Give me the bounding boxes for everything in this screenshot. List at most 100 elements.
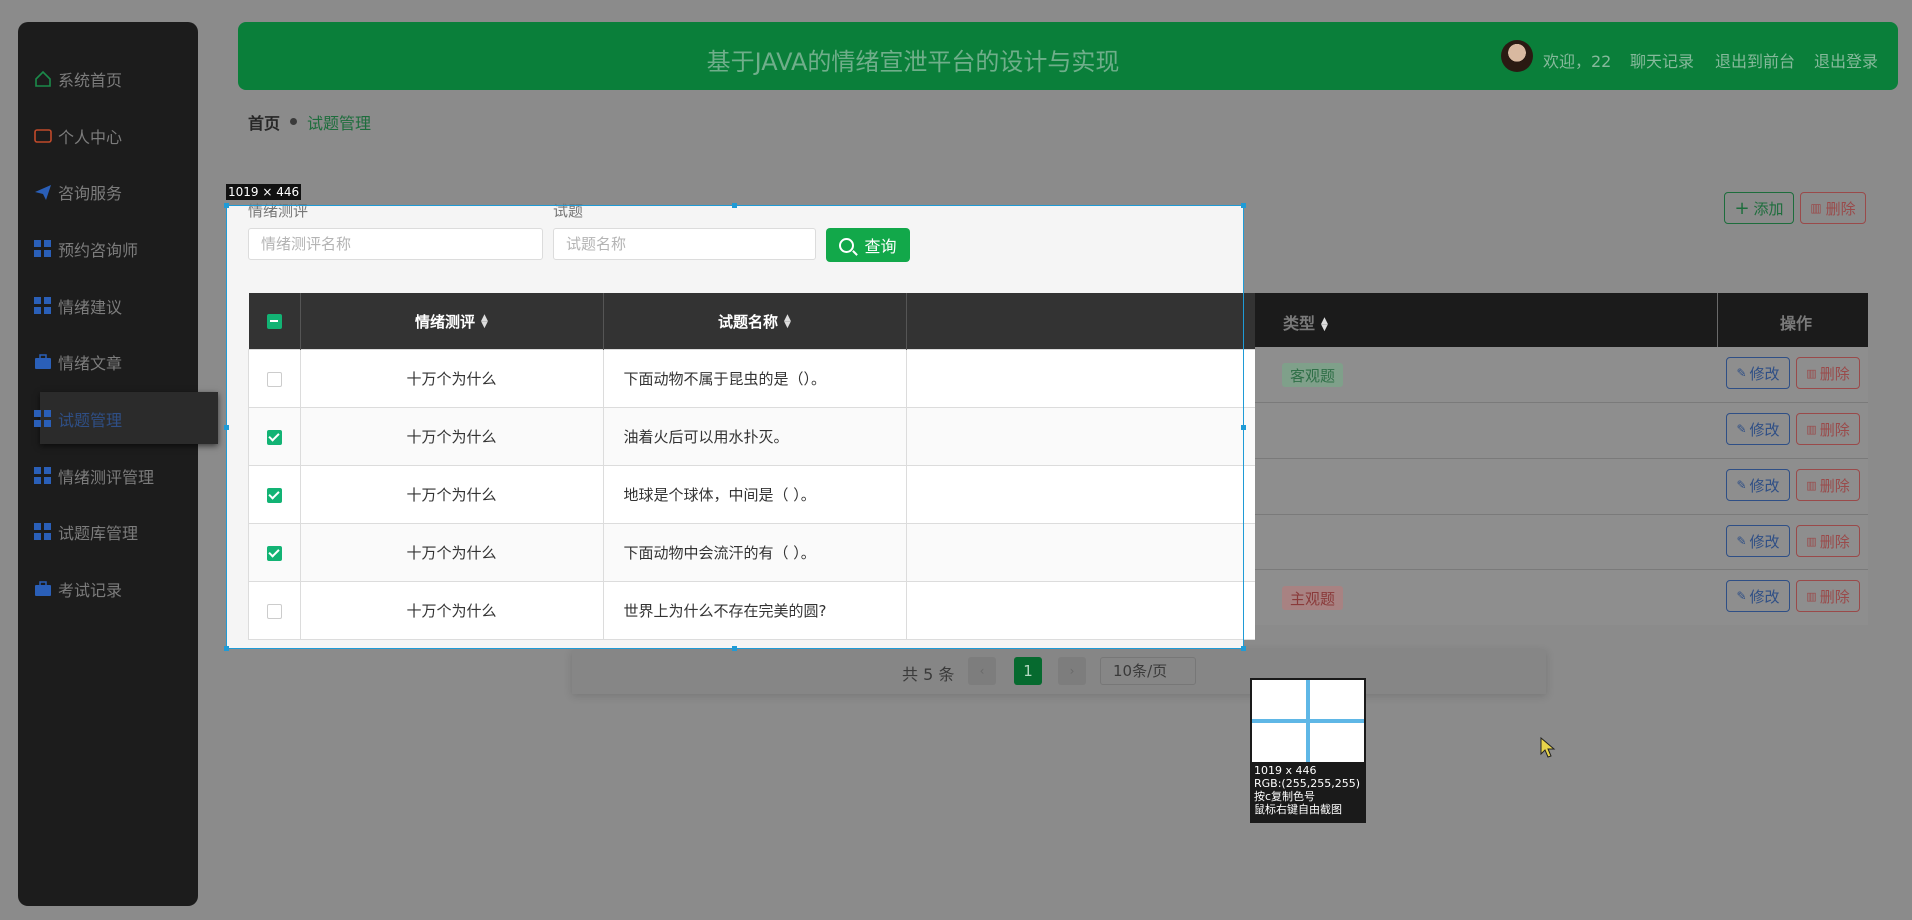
page-size-value: 10条/页 (1113, 662, 1168, 680)
top-header: 基于JAVA的情绪宣泄平台的设计与实现 欢迎，22 聊天记录 退出到前台 退出登… (238, 22, 1898, 90)
row-divider (1244, 569, 1868, 570)
trash-icon: ▥ (1806, 534, 1817, 548)
capture-size-label: 1019 × 446 (226, 184, 302, 200)
row-delete-button[interactable]: ▥ 删除 (1796, 469, 1860, 501)
briefcase-icon (34, 353, 52, 371)
trash-icon: ▥ (1806, 366, 1817, 380)
chevron-left-icon: ‹ (979, 664, 985, 678)
sidebar-item-question-bank[interactable]: 试题库管理 (34, 517, 138, 547)
delete-button-label: 删除 (1819, 532, 1850, 551)
row-divider (1244, 458, 1868, 459)
next-page-button[interactable]: › (1058, 657, 1086, 685)
capture-selection-border[interactable] (226, 205, 1244, 649)
plus-icon: + (1734, 197, 1750, 219)
sidebar-item-label: 个人中心 (58, 128, 123, 147)
add-button-label: 添加 (1753, 199, 1784, 218)
breadcrumb-home[interactable]: 首页 (248, 110, 280, 134)
resize-handle[interactable] (732, 646, 737, 651)
resize-handle[interactable] (224, 646, 229, 651)
chat-records-link[interactable]: 聊天记录 (1630, 48, 1694, 72)
logout-link[interactable]: 退出登录 (1814, 48, 1878, 72)
add-button[interactable]: + 添加 (1724, 192, 1794, 224)
chevron-right-icon: › (1069, 664, 1075, 678)
action-column-header: 操作 (1780, 314, 1813, 333)
edit-icon: ✎ (1736, 366, 1747, 380)
crosshair-horizontal (1252, 719, 1364, 723)
edit-icon: ✎ (1736, 589, 1747, 603)
sort-icon: ▲ ▼ (1321, 315, 1328, 333)
trash-icon: ▥ (1806, 478, 1817, 492)
type-column-header[interactable]: 类型 ▲ ▼ (1283, 310, 1328, 334)
type-tag-objective: 客观题 (1282, 363, 1344, 387)
avatar[interactable] (1501, 40, 1533, 72)
sidebar-item-questions[interactable]: 试题管理 (34, 404, 122, 434)
edit-button[interactable]: ✎ 修改 (1726, 413, 1790, 445)
grid-icon (34, 410, 52, 428)
magnifier-size: 1019 x 446 (1254, 764, 1317, 777)
briefcase-icon (34, 580, 52, 598)
edit-button[interactable]: ✎ 修改 (1726, 469, 1790, 501)
sidebar-item-exam-records[interactable]: 考试记录 (34, 574, 122, 604)
resize-handle[interactable] (224, 203, 229, 208)
breadcrumb-separator (290, 118, 297, 125)
welcome-text: 欢迎，22 (1543, 52, 1612, 71)
resize-handle[interactable] (1241, 203, 1246, 208)
row-divider (1244, 402, 1868, 403)
delete-button-label: 删除 (1819, 587, 1850, 606)
edit-button[interactable]: ✎ 修改 (1726, 525, 1790, 557)
edit-button[interactable]: ✎ 修改 (1726, 357, 1790, 389)
capture-magnifier: 1019 x 446 RGB:(255,255,255) 按c复制色号 鼠标右键… (1250, 678, 1366, 823)
resize-handle[interactable] (1241, 646, 1246, 651)
sidebar-item-consult[interactable]: 咨询服务 (34, 177, 122, 207)
delete-button-label: 删除 (1819, 364, 1850, 383)
home-icon (34, 70, 52, 88)
resize-handle[interactable] (224, 425, 229, 430)
delete-button-label: 删除 (1825, 199, 1856, 218)
trash-icon: ▥ (1806, 589, 1817, 603)
type-header-label: 类型 (1283, 314, 1316, 333)
grid-icon (34, 240, 52, 258)
pagination-total: 共 5 条 (902, 665, 955, 684)
sidebar-item-profile[interactable]: 个人中心 (34, 121, 122, 151)
sidebar-item-articles[interactable]: 情绪文章 (34, 347, 122, 377)
sidebar-item-advice[interactable]: 情绪建议 (34, 291, 122, 321)
delete-button-label: 删除 (1819, 420, 1850, 439)
row-delete-button[interactable]: ▥ 删除 (1796, 413, 1860, 445)
edit-icon: ✎ (1736, 534, 1747, 548)
grid-icon (34, 523, 52, 541)
back-to-front-link[interactable]: 退出到前台 (1715, 48, 1795, 72)
trash-icon: ▥ (1806, 422, 1817, 436)
trash-icon: ▥ (1810, 201, 1822, 215)
edit-button-label: 修改 (1749, 532, 1780, 551)
edit-button-label: 修改 (1749, 476, 1780, 495)
edit-button-label: 修改 (1749, 587, 1780, 606)
resize-handle[interactable] (732, 203, 737, 208)
sidebar-item-label: 试题库管理 (58, 524, 139, 543)
grid-icon (34, 467, 52, 485)
breadcrumb-current: 试题管理 (307, 114, 372, 133)
edit-button-label: 修改 (1749, 364, 1780, 383)
magnifier-view (1252, 680, 1364, 762)
paper-plane-icon (34, 183, 52, 201)
site-title: 基于JAVA的情绪宣泄平台的设计与实现 (706, 48, 1120, 76)
row-delete-button[interactable]: ▥ 删除 (1796, 525, 1860, 557)
sidebar-item-label: 系统首页 (58, 71, 123, 90)
resize-handle[interactable] (1241, 425, 1246, 430)
magnifier-hint-free: 鼠标右键自由截图 (1254, 803, 1342, 816)
page-size-select[interactable]: 10条/页 (1100, 657, 1196, 685)
edit-icon: ✎ (1736, 478, 1747, 492)
row-divider (1244, 514, 1868, 515)
bulk-delete-button[interactable]: ▥ 删除 (1800, 192, 1866, 224)
sidebar-item-appointment[interactable]: 预约咨询师 (34, 234, 138, 264)
row-delete-button[interactable]: ▥ 删除 (1796, 357, 1860, 389)
prev-page-button[interactable]: ‹ (968, 657, 996, 685)
sidebar-item-home[interactable]: 系统首页 (34, 64, 122, 94)
magnifier-rgb: RGB:(255,255,255) (1254, 777, 1360, 790)
magnifier-hint-copy: 按c复制色号 (1254, 790, 1316, 803)
edit-button[interactable]: ✎ 修改 (1726, 580, 1790, 612)
type-tag-subjective: 主观题 (1282, 586, 1344, 610)
sidebar-item-label: 咨询服务 (58, 184, 123, 203)
sidebar-item-eval-manage[interactable]: 情绪测评管理 (34, 461, 154, 491)
page-1-button[interactable]: 1 (1014, 657, 1042, 685)
row-delete-button[interactable]: ▥ 删除 (1796, 580, 1860, 612)
